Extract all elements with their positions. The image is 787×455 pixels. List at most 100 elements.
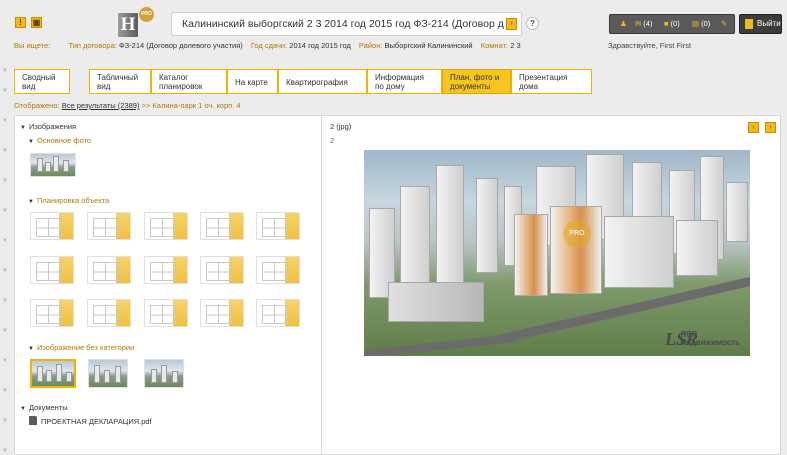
collapse-triangle-icon[interactable]: ▼ [28, 139, 34, 145]
tab-label: документы [450, 82, 491, 91]
plan-thumbnail[interactable] [30, 212, 74, 240]
messages-count: (4) [643, 19, 653, 28]
document-file-name: ПРОЕКТНАЯ ДЕКЛАРАЦИЯ.pdf [41, 417, 152, 426]
tree-plans-node[interactable]: ▼ Планировка объекта [28, 196, 109, 205]
tab-label: Табличный [97, 73, 139, 82]
tree-documents-label: Документы [28, 403, 68, 412]
lock-icon: ■ [664, 19, 669, 28]
collapse-triangle-icon[interactable]: ▼ [28, 199, 34, 205]
pro-watermark-stamp: PRO [563, 220, 591, 248]
document-file-link[interactable]: ПРОЕКТНАЯ ДЕКЛАРАЦИЯ.pdf [29, 416, 152, 426]
alert-icon[interactable]: ! [15, 17, 26, 28]
settings-wrench-icon[interactable]: ✎ [721, 15, 729, 33]
uncategorized-photo-thumbnail-selected[interactable] [30, 359, 76, 388]
breadcrumb-current: Калина-парк 1 оч. корп. 4 [152, 101, 241, 110]
mail-icon: ✉ [635, 19, 642, 28]
locks-button[interactable]: ■ (0) [664, 15, 680, 33]
logo-pro-badge: PRO [139, 7, 154, 22]
tab-presentation[interactable]: Презентация дома [511, 69, 592, 94]
plan-thumbnail[interactable] [144, 299, 188, 327]
messages-button[interactable]: ✉ (4) [635, 15, 652, 33]
criteria-search-label: Вы ищете: [14, 41, 51, 50]
next-image-button[interactable]: › [765, 122, 776, 133]
plan-thumbnail[interactable] [87, 212, 131, 240]
criteria-rooms-label: Комнат: [480, 41, 509, 50]
tab-label: План, фото и [450, 73, 500, 82]
plan-thumbnail[interactable] [144, 256, 188, 284]
search-input[interactable]: Калининский выборгский 2 3 2014 год 2015… [171, 12, 522, 36]
tab-label: вид [22, 82, 36, 91]
tab-map[interactable]: На карте [227, 69, 278, 94]
plan-thumbnail[interactable] [256, 212, 300, 240]
breadcrumb-separator: >> [141, 101, 151, 110]
door-icon [745, 19, 753, 29]
main-panel: ▼ Изображения ▼ Основное фото ▼ Планировка … [14, 115, 781, 455]
tab-label: Информация [375, 73, 424, 82]
tab-label: вид [97, 82, 111, 91]
prev-image-button[interactable]: ‹ [748, 122, 759, 133]
media-tree: ▼ Изображения ▼ Основное фото ▼ Планировка … [15, 116, 322, 454]
search-go-button[interactable]: › [506, 18, 517, 30]
tab-apartments[interactable]: Квартирография [278, 69, 367, 94]
image-number: 2 [330, 136, 335, 145]
document-icon: ▤ [692, 19, 700, 28]
plan-thumbnail[interactable] [200, 299, 244, 327]
plan-thumbnail[interactable] [30, 299, 74, 327]
breadcrumb-all-results-link[interactable]: Все результаты (2389) [62, 101, 140, 110]
criteria-rooms-value: 2 3 [510, 41, 521, 50]
documents-button[interactable]: ▤ (0) [692, 15, 710, 33]
plan-thumbnail[interactable] [256, 256, 300, 284]
uncategorized-photo-thumbnail[interactable] [144, 359, 184, 388]
plan-thumbnail[interactable] [87, 256, 131, 284]
plan-thumbnail[interactable] [200, 212, 244, 240]
criteria-contract-value: ФЗ-214 (Договор долевого участия) [118, 41, 243, 50]
tab-layout-catalog[interactable]: Каталог планировок [151, 69, 227, 94]
collapse-triangle-icon[interactable]: ▼ [20, 125, 26, 131]
plan-thumbnail[interactable] [256, 299, 300, 327]
user-icon[interactable]: ♟ [620, 15, 629, 33]
tab-label: На карте [235, 78, 268, 87]
criteria-district-label: Район: [358, 41, 383, 50]
breadcrumb-label: Отображено: [14, 101, 60, 110]
criteria-district-value: Выборгский Калининский [384, 41, 473, 50]
tab-label: планировок [159, 82, 203, 91]
watermark-text: ЛСР Недвижимость [680, 331, 740, 347]
tree-images-node[interactable]: ▼ Изображения [20, 122, 76, 131]
image-viewer: 2 (jpg) 2 ‹ › PRO LSR ЛСР Недвижимость [323, 116, 780, 454]
tab-label: по дому [375, 82, 405, 91]
plan-thumbnail[interactable] [200, 256, 244, 284]
tab-label: Презентация [519, 73, 568, 82]
tab-plan-photo-docs[interactable]: План, фото и документы [442, 69, 511, 94]
uncategorized-photo-thumbnail[interactable] [88, 359, 128, 388]
tree-main-photo-label: Основное фото [36, 136, 92, 145]
tab-building-info[interactable]: Информация по дому [367, 69, 442, 94]
collapse-triangle-icon[interactable]: ▼ [28, 346, 34, 352]
criteria-delivery-label: Год сдачи: [250, 41, 288, 50]
view-tabs: Сводный вид Табличный вид Каталог планирово… [14, 69, 594, 94]
plan-thumbnail[interactable] [30, 256, 74, 284]
logo[interactable]: H PRO [113, 7, 158, 39]
logout-button[interactable]: Выйти [739, 14, 782, 34]
documents-count: (0) [701, 19, 711, 28]
watermark-line2: Недвижимость [680, 338, 740, 347]
tree-uncategorized-node[interactable]: ▼ Изображение без категории [28, 343, 134, 352]
image-icon[interactable]: ▣ [31, 17, 42, 28]
top-bar: ! ▣ H PRO Калининский выборгский 2 3 201… [0, 0, 787, 62]
criteria-contract-label: Тип договора: [68, 41, 117, 50]
tab-summary[interactable]: Сводный вид [14, 69, 70, 94]
tree-documents-node[interactable]: ▼ Документы [20, 403, 68, 412]
search-input-value[interactable]: Калининский выборгский 2 3 2014 год 2015… [182, 13, 504, 35]
tab-table[interactable]: Табличный вид [89, 69, 151, 94]
side-scroll-indicators: ▼ ▼ ▼ ▼ ▼ ▼ ▼ ▼ ▼ ▼ ▼ ▼ ▼ ▼ [2, 68, 8, 454]
plan-thumbnail[interactable] [144, 212, 188, 240]
criteria-delivery-value: 2014 год 2015 год [289, 41, 351, 50]
collapse-triangle-icon[interactable]: ▼ [20, 406, 26, 412]
logo-letter: H [118, 13, 138, 37]
plan-thumbnail[interactable] [87, 299, 131, 327]
locks-count: (0) [670, 19, 680, 28]
help-button[interactable]: ? [526, 17, 539, 30]
pdf-file-icon [29, 416, 37, 425]
main-photo-thumbnail[interactable] [30, 153, 76, 177]
tree-main-photo-node[interactable]: ▼ Основное фото [28, 136, 91, 145]
tab-label: Квартирография [286, 78, 348, 87]
